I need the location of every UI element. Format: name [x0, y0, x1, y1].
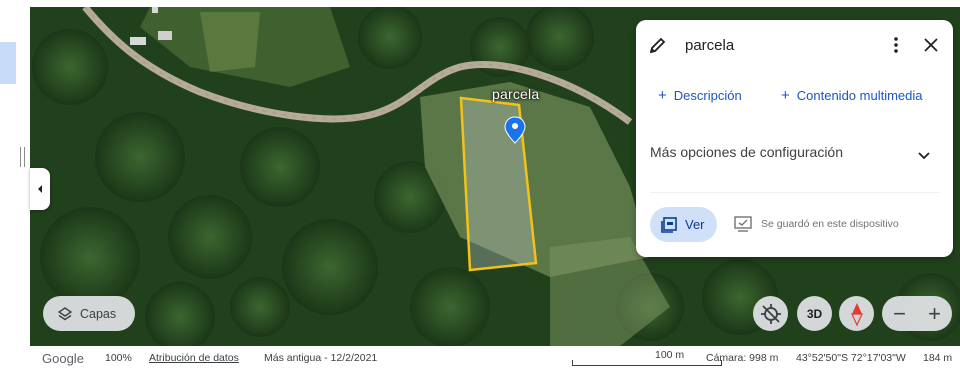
compass-icon [850, 302, 863, 326]
parcel-map-label: parcela [492, 86, 540, 102]
view-icon [661, 216, 677, 233]
layers-button[interactable]: Capas [43, 296, 135, 331]
scale-bar [572, 360, 722, 366]
more-options-toggle[interactable]: Más opciones de configuración [650, 144, 940, 166]
more-options-label: Más opciones de configuración [650, 144, 844, 160]
attribution-link[interactable]: Atribución de datos [149, 352, 239, 364]
feature-info-card: parcela + Descripción + Contenido multimed… [636, 20, 953, 257]
resize-handle[interactable] [20, 147, 25, 167]
google-logo: Google [42, 351, 84, 366]
layers-label: Capas [80, 306, 117, 321]
collapse-panel-button[interactable] [30, 168, 50, 210]
feature-title[interactable]: parcela [685, 37, 734, 54]
zoom-out-button[interactable]: − [882, 296, 917, 331]
view-button[interactable]: Ver [650, 207, 717, 242]
close-icon[interactable] [920, 34, 942, 56]
camera-altitude: Cámara: 998 m [706, 352, 779, 364]
coordinates: 43°52'50"S 72°17'03"W [796, 352, 906, 364]
elevation: 184 m [923, 352, 953, 364]
three-d-button[interactable]: 3D [797, 296, 832, 331]
device-saved-icon [734, 216, 752, 232]
add-description-label: Descripción [673, 88, 742, 103]
zoom-percent: 100% [105, 352, 132, 364]
location-off-icon [760, 303, 781, 324]
zoom-in-button[interactable]: + [917, 296, 952, 331]
layers-icon [58, 306, 72, 321]
plus-icon: + [781, 87, 790, 104]
saved-status-text: Se guardó en este dispositivo [761, 218, 899, 230]
plus-icon: + [658, 87, 667, 104]
side-panel-edge [0, 0, 30, 346]
chevron-down-icon [918, 147, 930, 163]
saved-status: Se guardó en este dispositivo [734, 216, 899, 232]
add-media-button[interactable]: + Contenido multimedia [781, 87, 923, 104]
zoom-controls: − + [882, 296, 952, 331]
add-media-label: Contenido multimedia [796, 88, 923, 103]
view-button-label: Ver [685, 217, 705, 232]
add-description-button[interactable]: + Descripción [658, 87, 742, 104]
side-panel-tab[interactable] [0, 42, 16, 84]
earth-app: parcela parcela + Descripción + Contenid… [0, 0, 960, 370]
compass-button[interactable] [839, 296, 874, 331]
more-vert-icon[interactable] [886, 34, 906, 56]
pencil-icon[interactable] [648, 35, 668, 60]
chevron-left-icon [38, 185, 42, 193]
imagery-date[interactable]: Más antigua - 12/2/2021 [264, 352, 377, 364]
card-divider [650, 192, 940, 193]
location-button[interactable] [753, 296, 788, 331]
status-bar: Google 100% Atribución de datos Más anti… [30, 346, 960, 370]
